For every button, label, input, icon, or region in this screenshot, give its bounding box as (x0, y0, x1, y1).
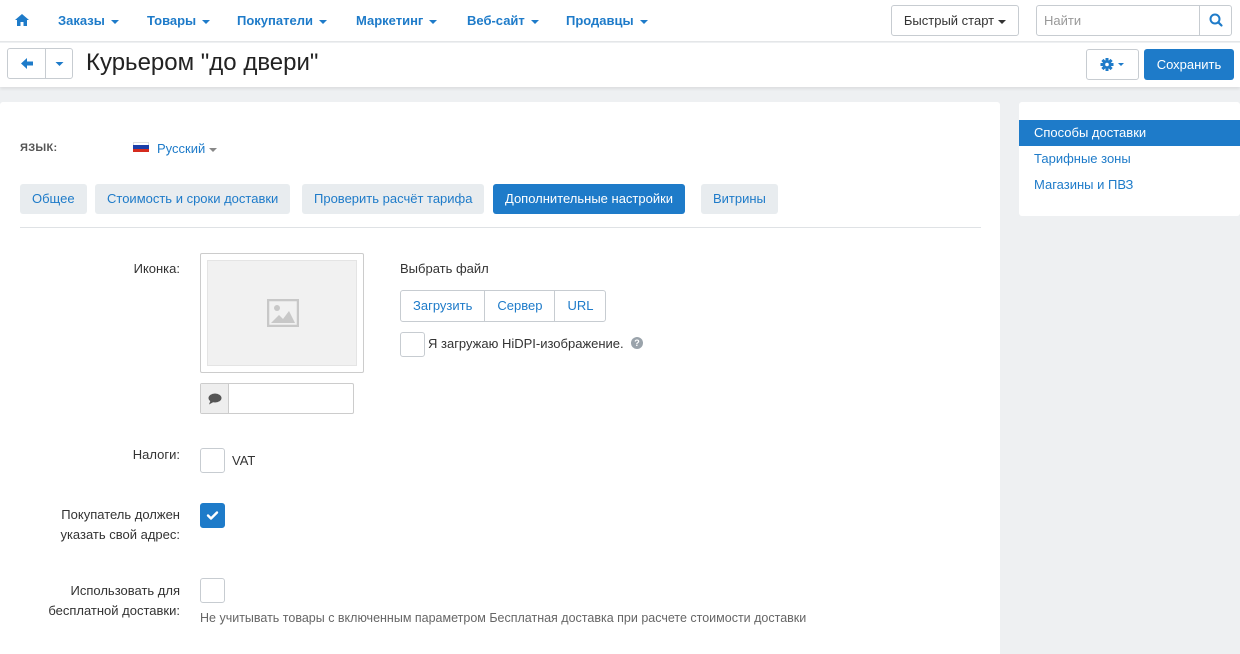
comment-addon (201, 384, 229, 413)
top-navigation: Заказы Товары Покупатели Маркетинг Веб-с… (0, 0, 1240, 42)
chevron-down-icon (202, 19, 211, 24)
back-button[interactable] (8, 49, 45, 78)
check-icon (206, 511, 219, 520)
chevron-down-icon (318, 19, 327, 24)
url-button[interactable]: URL (555, 291, 605, 321)
gear-icon (1100, 58, 1124, 71)
tab-cost-and-terms[interactable]: Стоимость и сроки доставки (95, 184, 291, 214)
image-icon (267, 299, 299, 327)
upload-button[interactable]: Загрузить (401, 291, 486, 321)
tab-storefronts[interactable]: Витрины (701, 184, 778, 214)
server-button[interactable]: Сервер (485, 291, 556, 321)
chevron-down-icon (639, 19, 648, 24)
tax-vat-checkbox[interactable] (200, 448, 225, 473)
chevron-down-icon (429, 19, 438, 24)
settings-button[interactable] (1086, 49, 1139, 80)
nav-products[interactable]: Товары (147, 13, 211, 28)
chevron-down-icon (110, 19, 119, 24)
search-box (1036, 5, 1232, 36)
language-label: ЯЗЫК: (20, 142, 58, 154)
language-select[interactable]: Русский (157, 141, 218, 156)
search-icon (1209, 13, 1223, 27)
help-icon[interactable]: ? (631, 337, 643, 349)
quick-start-button[interactable]: Быстрый старт (891, 5, 1019, 36)
russia-flag-icon (133, 142, 149, 152)
search-input[interactable] (1037, 6, 1201, 35)
page-title: Курьером "до двери" (86, 49, 319, 76)
sidebar-item-stores-pickup[interactable]: Магазины и ПВЗ (1019, 172, 1240, 198)
save-button[interactable]: Сохранить (1144, 49, 1234, 80)
home-icon[interactable] (14, 12, 30, 28)
free-shipping-checkbox[interactable] (200, 578, 225, 603)
chevron-down-icon (55, 62, 64, 66)
icon-label: Иконка: (133, 261, 180, 276)
back-button-group (7, 48, 73, 79)
file-source-buttons: Загрузить Сервер URL (400, 290, 607, 322)
nav-website[interactable]: Веб-сайт (467, 13, 539, 28)
chevron-down-icon (530, 19, 539, 24)
main-panel: ЯЗЫК: Русский Общее Стоимость и сроки до… (0, 102, 1000, 654)
nav-orders[interactable]: Заказы (58, 13, 119, 28)
sidebar-item-shipping-methods[interactable]: Способы доставки (1019, 120, 1240, 146)
alt-text-field (200, 383, 354, 414)
nav-vendors[interactable]: Продавцы (566, 13, 648, 28)
nav-marketing[interactable]: Маркетинг (356, 13, 438, 28)
back-dropdown-button[interactable] (46, 49, 73, 78)
address-required-checkbox[interactable] (200, 503, 225, 528)
tabs-divider (20, 227, 981, 228)
free-shipping-label: Использовать для бесплатной доставки: (48, 583, 180, 618)
hidpi-checkbox[interactable] (400, 332, 425, 357)
hidpi-label: Я загружаю HiDPI-изображение. (428, 336, 624, 351)
alt-text-input[interactable] (230, 384, 352, 413)
chevron-down-icon (998, 19, 1007, 24)
chevron-down-icon (209, 147, 218, 152)
icon-preview (200, 253, 364, 373)
tab-check-tariff[interactable]: Проверить расчёт тарифа (302, 184, 485, 214)
image-placeholder (207, 260, 357, 366)
address-required-label: Покупатель должен указать свой адрес: (60, 507, 180, 542)
sidebar-item-rate-areas[interactable]: Тарифные зоны (1019, 146, 1240, 172)
tax-vat-label: VAT (232, 453, 256, 468)
choose-file-label: Выбрать файл (400, 261, 489, 276)
sidebar: Способы доставки Тарифные зоны Магазины … (1019, 102, 1240, 216)
tab-additional-settings[interactable]: Дополнительные настройки (493, 184, 686, 214)
search-button[interactable] (1199, 6, 1231, 35)
page-header: Курьером "до двери" Сохранить (0, 43, 1240, 87)
taxes-label: Налоги: (132, 447, 180, 462)
tab-general[interactable]: Общее (20, 184, 87, 214)
arrow-left-icon (21, 58, 33, 69)
nav-customers[interactable]: Покупатели (237, 13, 327, 28)
comment-icon (208, 393, 222, 405)
free-shipping-hint: Не учитывать товары с включенным парамет… (200, 611, 807, 625)
